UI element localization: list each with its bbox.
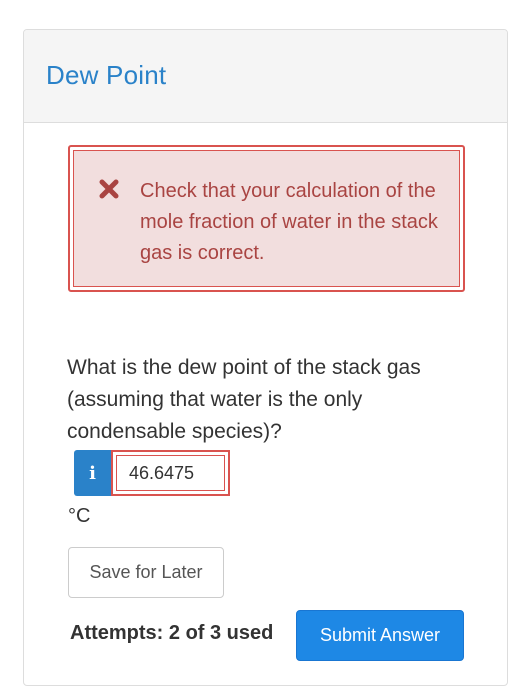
- answer-row: i: [74, 450, 230, 496]
- question-card: Dew Point Check that your calculation of…: [23, 29, 508, 686]
- question-text: What is the dew point of the stack gas (…: [67, 356, 421, 443]
- save-for-later-button[interactable]: Save for Later: [68, 547, 224, 598]
- close-icon: [99, 179, 119, 199]
- attempts-counter: Attempts: 2 of 3 used: [70, 622, 274, 644]
- card-header: Dew Point: [24, 30, 507, 123]
- info-icon[interactable]: i: [74, 450, 111, 496]
- error-alert-body: Check that your calculation of the mole …: [73, 150, 460, 287]
- error-alert: Check that your calculation of the mole …: [68, 145, 465, 292]
- error-message: Check that your calculation of the mole …: [140, 180, 438, 264]
- submit-answer-button[interactable]: Submit Answer: [296, 610, 464, 661]
- page-title: Dew Point: [46, 60, 167, 90]
- answer-input[interactable]: [116, 455, 225, 491]
- answer-input-wrapper: [111, 450, 230, 496]
- unit-label: °C: [68, 505, 91, 527]
